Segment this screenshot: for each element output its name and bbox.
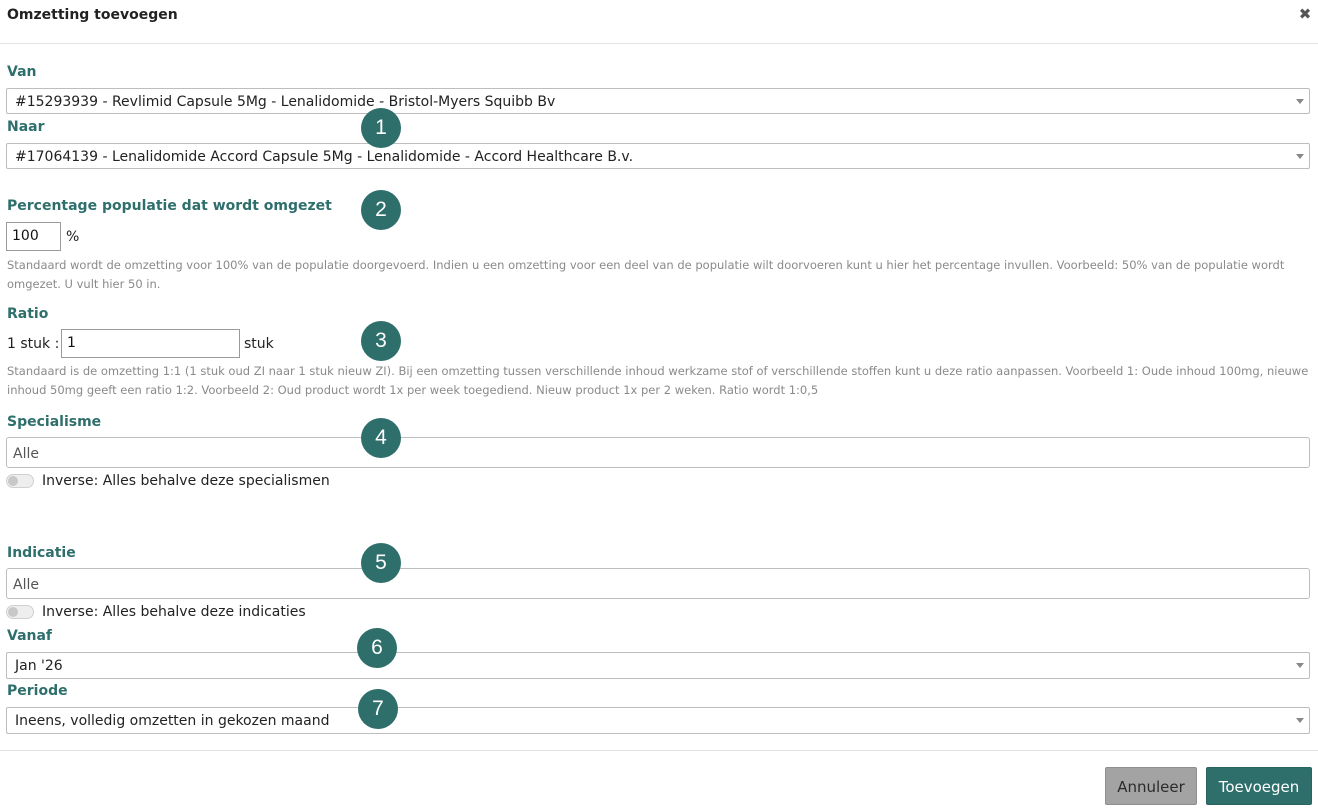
- vanaf-select[interactable]: Jan '26: [6, 652, 1310, 679]
- dialog-title: Omzetting toevoegen: [7, 7, 178, 23]
- ratio-label: Ratio: [7, 306, 49, 322]
- cancel-button[interactable]: Annuleer: [1105, 767, 1197, 805]
- van-label: Van: [7, 64, 37, 80]
- specialisme-multiselect[interactable]: Alle: [6, 437, 1310, 468]
- naar-label: Naar: [7, 119, 45, 135]
- chevron-down-icon: [1296, 663, 1304, 668]
- indicatie-multiselect[interactable]: Alle: [6, 568, 1310, 599]
- percentage-help-text: Standaard wordt de omzetting voor 100% v…: [7, 258, 1285, 291]
- toggle-knob: [8, 607, 18, 617]
- vanaf-select-value: Jan '26: [15, 658, 63, 674]
- naar-select-value: #17064139 - Lenalidomide Accord Capsule …: [15, 149, 634, 165]
- indicatie-inverse-toggle[interactable]: [6, 605, 34, 619]
- step-badge-6: 6: [357, 628, 397, 668]
- van-select[interactable]: #15293939 - Revlimid Capsule 5Mg - Lenal…: [6, 88, 1310, 114]
- van-select-value: #15293939 - Revlimid Capsule 5Mg - Lenal…: [15, 94, 556, 110]
- step-badge-5: 5: [361, 543, 401, 583]
- periode-select[interactable]: Ineens, volledig omzetten in gekozen maa…: [6, 707, 1310, 734]
- chevron-down-icon: [1296, 154, 1304, 159]
- footer-divider: [0, 750, 1318, 751]
- periode-label: Periode: [7, 683, 68, 699]
- naar-select[interactable]: #17064139 - Lenalidomide Accord Capsule …: [6, 143, 1310, 169]
- step-badge-2: 2: [361, 190, 401, 230]
- ratio-input[interactable]: 1: [61, 329, 240, 358]
- step-badge-3: 3: [361, 321, 401, 361]
- ratio-prefix: 1 stuk :: [7, 336, 60, 352]
- periode-select-value: Ineens, volledig omzetten in gekozen maa…: [15, 713, 330, 729]
- specialisme-label: Specialisme: [7, 414, 102, 430]
- indicatie-label: Indicatie: [7, 545, 76, 561]
- step-badge-4: 4: [361, 418, 401, 458]
- specialisme-inverse-toggle[interactable]: [6, 474, 34, 488]
- step-badge-1: 1: [361, 108, 401, 148]
- percentage-unit: %: [66, 229, 80, 245]
- specialisme-placeholder: Alle: [13, 446, 39, 462]
- add-button[interactable]: Toevoegen: [1206, 767, 1312, 805]
- indicatie-placeholder: Alle: [13, 577, 39, 593]
- step-badge-7: 7: [358, 689, 398, 729]
- chevron-down-icon: [1296, 718, 1304, 723]
- vanaf-label: Vanaf: [7, 628, 53, 644]
- chevron-down-icon: [1296, 99, 1304, 104]
- close-icon[interactable]: ✖: [1298, 6, 1312, 22]
- toggle-knob: [8, 476, 18, 486]
- dialog-header: Omzetting toevoegen ✖: [0, 0, 1318, 44]
- specialisme-inverse-label: Inverse: Alles behalve deze specialismen: [42, 473, 330, 489]
- ratio-help-text: Standaard is de omzetting 1:1 (1 stuk ou…: [7, 364, 1309, 397]
- indicatie-inverse-label: Inverse: Alles behalve deze indicaties: [42, 604, 306, 620]
- ratio-unit: stuk: [244, 336, 274, 352]
- percentage-input[interactable]: 100: [6, 222, 61, 251]
- percentage-label: Percentage populatie dat wordt omgezet: [7, 198, 332, 214]
